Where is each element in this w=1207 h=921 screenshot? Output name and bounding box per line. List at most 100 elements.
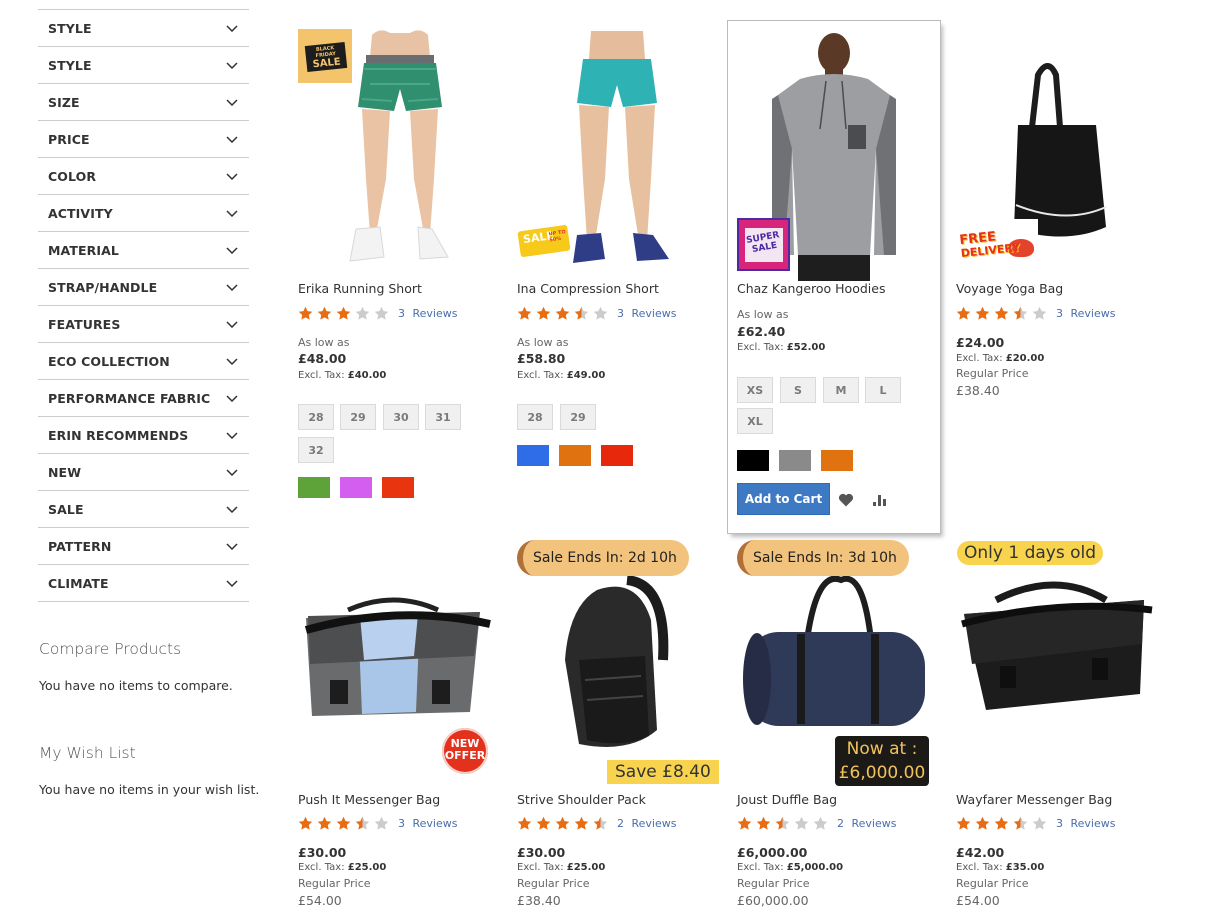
star-empty-icon [374, 816, 389, 830]
filter-label: PATTERN [48, 538, 112, 554]
product-name[interactable]: Strive Shoulder Pack [517, 792, 646, 807]
filter-price[interactable]: PRICE [38, 121, 249, 158]
compare-chart-icon[interactable] [871, 491, 889, 509]
reviews-link[interactable]: 3 Reviews [398, 307, 457, 320]
filter-label: CLIMATE [48, 575, 109, 591]
star-empty-icon [1032, 306, 1047, 320]
size-swatch[interactable]: 32 [298, 437, 334, 463]
size-swatch[interactable]: 29 [340, 404, 376, 430]
add-to-cart-button[interactable]: Add to Cart [737, 483, 830, 515]
star-icon [336, 816, 351, 830]
product-name[interactable]: Joust Duffle Bag [737, 792, 837, 807]
chevron-down-icon [225, 95, 239, 109]
size-swatch[interactable]: 28 [298, 404, 334, 430]
product-image[interactable] [956, 540, 1160, 792]
reviews-link[interactable]: 3 Reviews [1056, 817, 1115, 830]
excl-tax-value: £40.00 [347, 370, 387, 381]
regular-price: £38.40 [956, 383, 1000, 398]
excl-tax-label: Excl. Tax: [517, 370, 564, 381]
size-swatch[interactable]: L [865, 377, 901, 403]
now-at-value: £6,000.00 [838, 763, 926, 783]
product-name[interactable]: Push It Messenger Bag [298, 792, 440, 807]
star-empty-icon [374, 306, 389, 320]
filter-new[interactable]: NEW [38, 454, 249, 491]
filter-style-2[interactable]: STYLE [38, 47, 249, 84]
filter-color[interactable]: COLOR [38, 158, 249, 195]
filter-label: ECO COLLECTION [48, 353, 170, 369]
excl-tax: Excl. Tax: £49.00 [517, 370, 605, 381]
filter-features[interactable]: FEATURES [38, 306, 249, 343]
filter-strap-handle[interactable]: STRAP/HANDLE [38, 269, 249, 306]
filter-label: COLOR [48, 168, 97, 184]
filter-sale[interactable]: SALE [38, 491, 249, 528]
color-swatch-black[interactable] [737, 450, 769, 471]
excl-tax-label: Excl. Tax: [517, 862, 564, 873]
excl-tax-label: Excl. Tax: [737, 862, 784, 873]
filter-style[interactable]: STYLE [38, 10, 249, 47]
size-swatch[interactable]: 30 [383, 404, 419, 430]
color-swatch-gray[interactable] [779, 450, 811, 471]
wishlist-heart-icon[interactable] [837, 491, 855, 509]
filter-label: ACTIVITY [48, 205, 113, 221]
size-swatch[interactable]: XS [737, 377, 773, 403]
chevron-down-icon [225, 539, 239, 553]
color-swatch-purple[interactable] [340, 477, 372, 498]
color-swatch-red[interactable] [382, 477, 414, 498]
star-half-icon [775, 816, 790, 830]
product-item: FREE DELIVERY Voyage Yoga Bag 3 Reviews … [956, 29, 1160, 509]
product-image[interactable] [517, 540, 721, 792]
filter-label: STRAP/HANDLE [48, 279, 158, 295]
chevron-down-icon [225, 391, 239, 405]
filter-climate[interactable]: CLIMATE [38, 565, 249, 602]
chevron-down-icon [225, 280, 239, 294]
product-name[interactable]: Voyage Yoga Bag [956, 281, 1063, 296]
reviews-link[interactable]: 3 Reviews [398, 817, 457, 830]
size-swatch[interactable]: 28 [517, 404, 553, 430]
size-swatch[interactable]: XL [737, 408, 773, 434]
product-name[interactable]: Ina Compression Short [517, 281, 659, 296]
filter-label: PERFORMANCE FABRIC [48, 390, 211, 406]
reviews-link[interactable]: 3 Reviews [1056, 307, 1115, 320]
size-swatch[interactable]: S [780, 377, 816, 403]
star-icon [517, 306, 532, 320]
star-half-icon [574, 306, 589, 320]
product-name[interactable]: Erika Running Short [298, 281, 422, 296]
color-swatch-orange[interactable] [559, 445, 591, 466]
filter-performance-fabric[interactable]: PERFORMANCE FABRIC [38, 380, 249, 417]
size-swatch[interactable]: 31 [425, 404, 461, 430]
filter-activity[interactable]: ACTIVITY [38, 195, 249, 232]
reviews-link[interactable]: 3 Reviews [617, 307, 676, 320]
excl-tax-label: Excl. Tax: [298, 862, 345, 873]
sale-countdown-badge: Sale Ends In: 2d 10h [517, 540, 689, 576]
size-swatch[interactable]: M [823, 377, 859, 403]
as-low-as-label: As low as [298, 336, 350, 349]
chevron-down-icon [225, 169, 239, 183]
filter-label: ERIN RECOMMENDS [48, 427, 189, 443]
color-swatch-red[interactable] [601, 445, 633, 466]
excl-tax-value: £52.00 [786, 342, 826, 353]
filter-erin-recommends[interactable]: ERIN RECOMMENDS [38, 417, 249, 454]
filter-size[interactable]: SIZE [38, 84, 249, 121]
filter-pattern[interactable]: PATTERN [38, 528, 249, 565]
badge-label: BLACK FRIDAY SALE [304, 41, 348, 73]
rating-summary: 2 Reviews [737, 816, 896, 830]
product-name[interactable]: Chaz Kangeroo Hoodies [737, 281, 885, 296]
color-swatch-orange[interactable] [821, 450, 853, 471]
product-item: SALE UP TO 50% Ina Compression Short 3 R… [517, 29, 721, 509]
filter-label: FEATURES [48, 316, 121, 332]
regular-price: £38.40 [517, 893, 561, 908]
star-icon [737, 816, 752, 830]
chevron-down-icon [225, 502, 239, 516]
chevron-down-icon [225, 317, 239, 331]
filter-eco-collection[interactable]: ECO COLLECTION [38, 343, 249, 380]
excl-tax: Excl. Tax: £25.00 [298, 862, 386, 873]
color-swatch-blue[interactable] [517, 445, 549, 466]
color-swatch-green[interactable] [298, 477, 330, 498]
star-empty-icon [1032, 816, 1047, 830]
star-icon [317, 816, 332, 830]
product-name[interactable]: Wayfarer Messenger Bag [956, 792, 1112, 807]
reviews-link[interactable]: 2 Reviews [617, 817, 676, 830]
size-swatch[interactable]: 29 [560, 404, 596, 430]
reviews-link[interactable]: 2 Reviews [837, 817, 896, 830]
filter-material[interactable]: MATERIAL [38, 232, 249, 269]
